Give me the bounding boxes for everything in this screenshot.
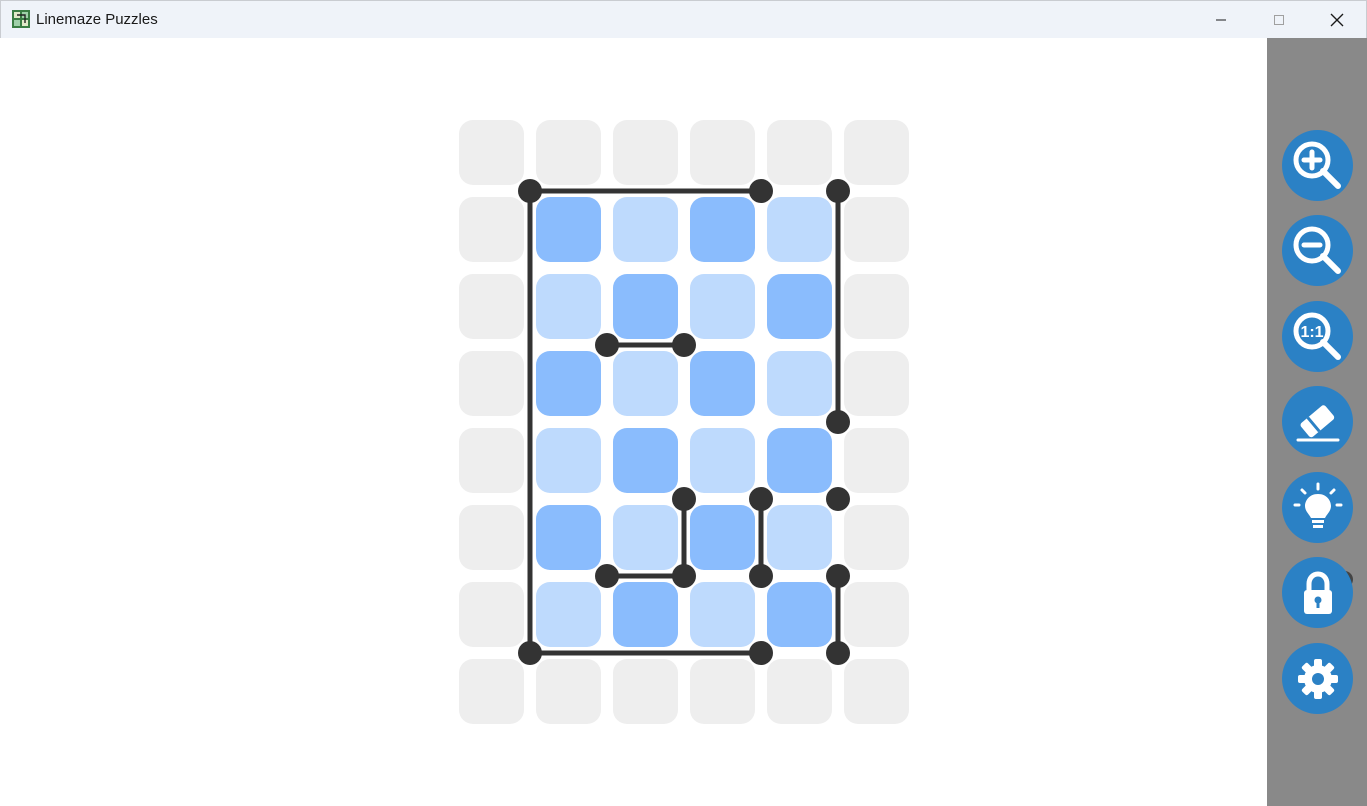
cell-empty[interactable]: [844, 582, 909, 647]
zoom-in-button[interactable]: [1282, 130, 1353, 201]
eraser-button[interactable]: [1282, 386, 1353, 457]
cell-light[interactable]: [690, 428, 755, 493]
grid-dot[interactable]: [749, 641, 773, 665]
cell-light[interactable]: [767, 351, 832, 416]
maximize-icon: [1274, 15, 1284, 25]
cell-light[interactable]: [690, 582, 755, 647]
cell-dark[interactable]: [613, 274, 678, 339]
grid-dot[interactable]: [826, 564, 850, 588]
cell-empty[interactable]: [690, 659, 755, 724]
app-icon: [12, 10, 30, 28]
zoom-reset-label: 1:1: [1300, 324, 1323, 341]
cell-dark[interactable]: [690, 505, 755, 570]
cell-empty[interactable]: [844, 428, 909, 493]
cell-empty[interactable]: [844, 659, 909, 724]
grid-dot[interactable]: [518, 179, 542, 203]
grid-dot[interactable]: [826, 410, 850, 434]
cell-empty[interactable]: [690, 120, 755, 185]
cell-dark[interactable]: [536, 351, 601, 416]
cell-dark[interactable]: [767, 274, 832, 339]
cell-empty[interactable]: [844, 505, 909, 570]
cell-empty[interactable]: [536, 659, 601, 724]
cell-empty[interactable]: [459, 274, 524, 339]
cell-dark[interactable]: [690, 351, 755, 416]
grid-dot[interactable]: [826, 487, 850, 511]
cell-empty[interactable]: [844, 197, 909, 262]
grid-dot[interactable]: [672, 333, 696, 357]
zoom-in-icon: [1293, 141, 1341, 189]
lock-icon: [1303, 570, 1332, 614]
cell-empty[interactable]: [459, 505, 524, 570]
cell-dark[interactable]: [613, 428, 678, 493]
hint-button[interactable]: [1282, 472, 1353, 543]
cell-empty[interactable]: [613, 120, 678, 185]
grid-dot[interactable]: [595, 333, 619, 357]
cell-light[interactable]: [613, 197, 678, 262]
cell-empty[interactable]: [459, 120, 524, 185]
puzzle-board[interactable]: [1, 38, 1267, 806]
title-bar: Linemaze Puzzles: [0, 0, 1367, 38]
cell-empty[interactable]: [844, 274, 909, 339]
grid-dot[interactable]: [672, 564, 696, 588]
puzzle-canvas[interactable]: [1, 38, 1267, 806]
eraser-icon: [1296, 404, 1339, 441]
tool-sidebar: 1:1 95: [1267, 38, 1367, 806]
settings-button[interactable]: [1282, 643, 1353, 714]
close-icon: [1330, 13, 1344, 27]
minimize-icon: [1216, 19, 1226, 21]
cell-light[interactable]: [536, 582, 601, 647]
cell-empty[interactable]: [844, 120, 909, 185]
zoom-reset-icon: 1:1: [1293, 312, 1341, 360]
zoom-reset-button[interactable]: 1:1: [1282, 301, 1353, 372]
gear-icon: [1297, 658, 1338, 699]
cell-dark[interactable]: [613, 582, 678, 647]
cell-empty[interactable]: [459, 351, 524, 416]
cell-empty[interactable]: [459, 197, 524, 262]
cell-dark[interactable]: [536, 505, 601, 570]
cell-dark[interactable]: [536, 197, 601, 262]
cell-empty[interactable]: [459, 582, 524, 647]
cell-light[interactable]: [767, 197, 832, 262]
zoom-out-button[interactable]: [1282, 215, 1353, 286]
cell-empty[interactable]: [459, 428, 524, 493]
cell-dark[interactable]: [767, 582, 832, 647]
grid-dot[interactable]: [749, 564, 773, 588]
cell-empty[interactable]: [767, 120, 832, 185]
grid-dot[interactable]: [749, 179, 773, 203]
cell-empty[interactable]: [844, 351, 909, 416]
maximize-button[interactable]: [1250, 1, 1308, 39]
cell-empty[interactable]: [536, 120, 601, 185]
grid-dot[interactable]: [518, 641, 542, 665]
close-button[interactable]: [1308, 1, 1366, 39]
cell-light[interactable]: [613, 351, 678, 416]
cell-empty[interactable]: [459, 659, 524, 724]
cell-light[interactable]: [536, 428, 601, 493]
zoom-out-icon: [1293, 226, 1341, 274]
cell-light[interactable]: [536, 274, 601, 339]
cell-light[interactable]: [690, 274, 755, 339]
cell-dark[interactable]: [767, 428, 832, 493]
grid-dot[interactable]: [672, 487, 696, 511]
grid-dot[interactable]: [595, 564, 619, 588]
window-title: Linemaze Puzzles: [36, 11, 158, 28]
grid-dot[interactable]: [749, 487, 773, 511]
cell-empty[interactable]: [767, 659, 832, 724]
lightbulb-icon: [1293, 482, 1342, 528]
grid-dot[interactable]: [826, 179, 850, 203]
cell-empty[interactable]: [613, 659, 678, 724]
cell-light[interactable]: [613, 505, 678, 570]
minimize-button[interactable]: [1192, 1, 1250, 39]
cell-light[interactable]: [767, 505, 832, 570]
cell-dark[interactable]: [690, 197, 755, 262]
lock-button[interactable]: [1282, 557, 1353, 628]
grid-dot[interactable]: [826, 641, 850, 665]
